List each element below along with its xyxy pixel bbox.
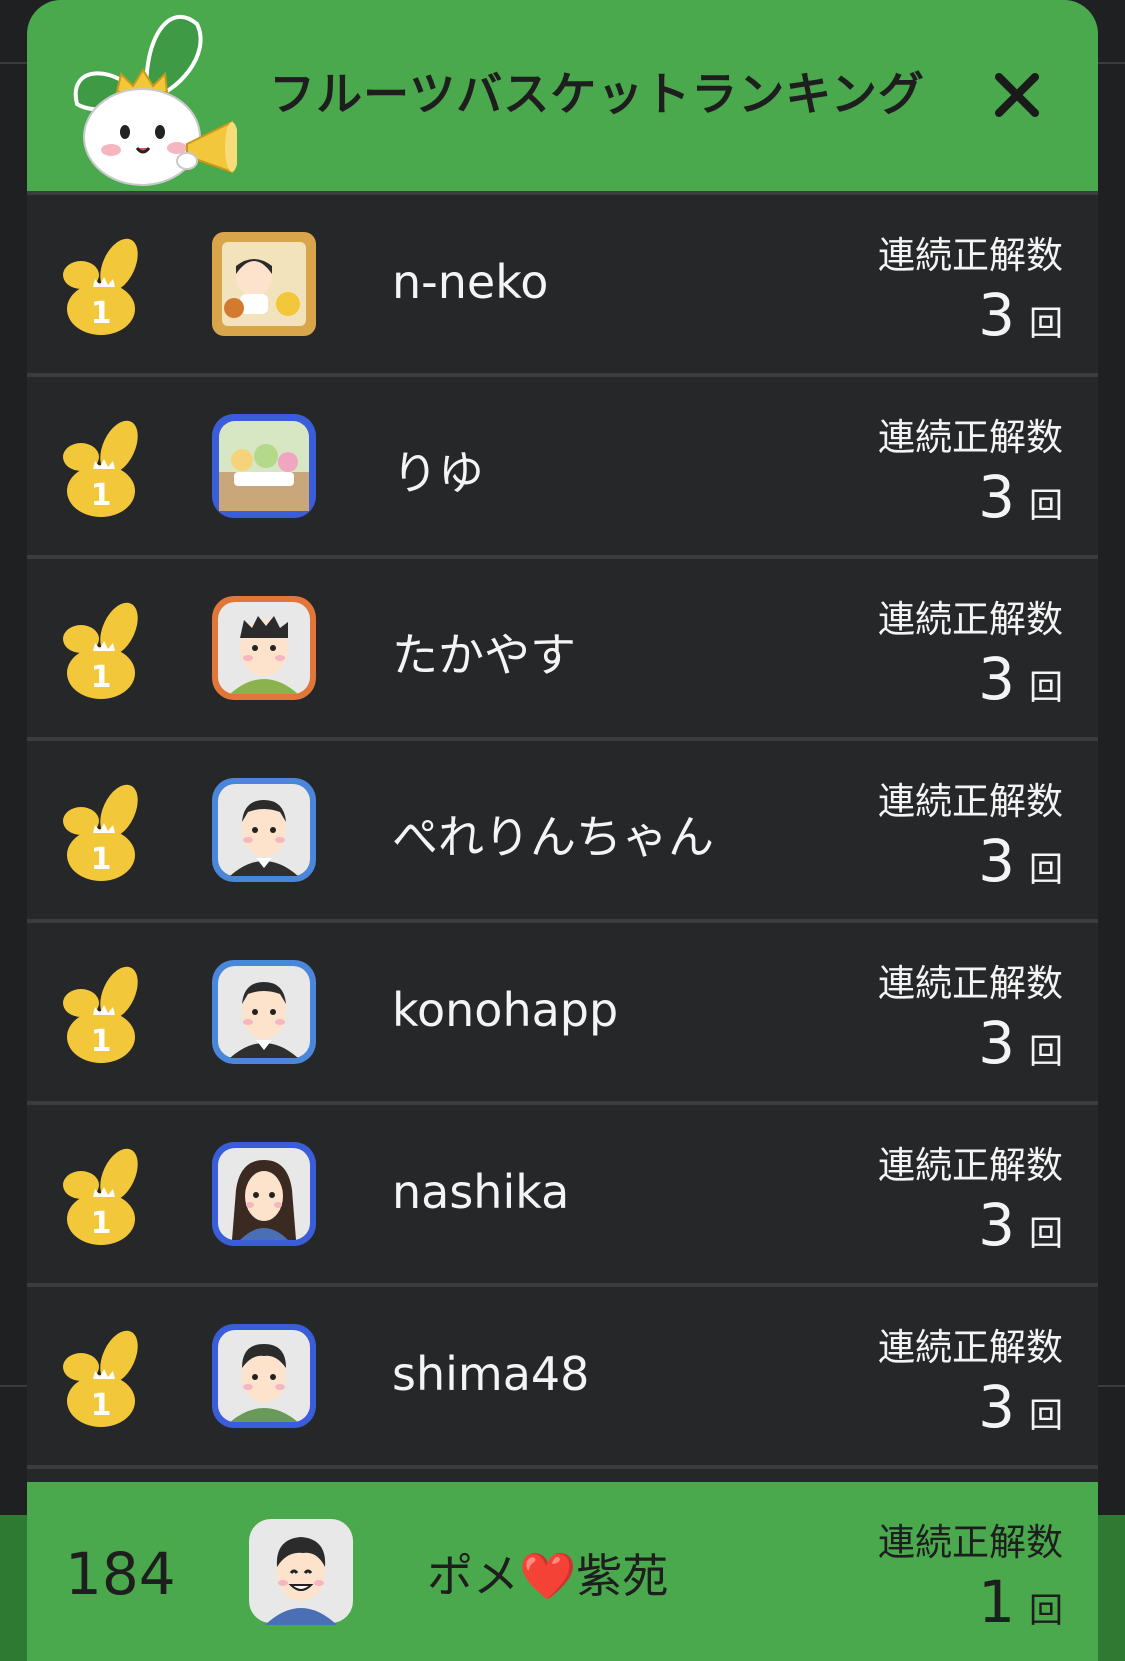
stat-label: 連続正解数 (878, 416, 1063, 459)
rank-medal-icon: 1 (63, 1330, 138, 1427)
username: たかやす (392, 628, 576, 682)
avatar[interactable] (247, 1517, 355, 1625)
ranking-row[interactable]: 1 りゆ 連続正解数 3回 (27, 377, 1098, 559)
crowned-rabbit-megaphone-icon (73, 15, 237, 186)
ranking-row[interactable]: 1 nashika 連続正解数 3回 (27, 1105, 1098, 1287)
rank-medal-icon: 1 (63, 1148, 138, 1245)
stat-unit: 回 (1029, 304, 1063, 344)
rank-medal-icon: 1 (63, 602, 138, 699)
ranking-row[interactable]: 1 たかやす 連続正解数 3回 (27, 559, 1098, 741)
stat-unit: 回 (1029, 668, 1063, 708)
stat-value: 3回 (978, 1191, 1063, 1259)
stat-unit: 回 (1029, 486, 1063, 526)
stat-value: 3回 (978, 463, 1063, 531)
avatar[interactable] (210, 594, 318, 702)
stat-unit: 回 (1029, 1032, 1063, 1072)
stat-label: 連続正解数 (878, 1326, 1063, 1369)
rank-medal-icon: 1 (63, 966, 138, 1063)
stat-number: 3 (978, 463, 1015, 531)
stat-value: 3回 (978, 827, 1063, 895)
username: shima48 (392, 1347, 590, 1401)
stat-label: 連続正解数 (878, 1144, 1063, 1187)
avatar[interactable] (210, 1140, 318, 1248)
stat-number: 3 (978, 827, 1015, 895)
stat-label: 連続正解数 (878, 780, 1063, 823)
stat-unit: 回 (1029, 850, 1063, 890)
close-icon[interactable] (987, 65, 1047, 125)
page-title: フルーツバスケットランキング (269, 67, 925, 121)
ranking-row[interactable]: 1 ぺれりんちゃん 連続正解数 3回 (27, 741, 1098, 923)
stat-unit: 回 (1029, 1214, 1063, 1254)
stat-unit: 回 (1029, 1396, 1063, 1436)
rank-number: 1 (91, 478, 112, 513)
username: konohapp (392, 983, 619, 1037)
rank-number: 1 (91, 842, 112, 877)
stat-label: 連続正解数 (878, 962, 1063, 1005)
avatar[interactable] (210, 1322, 318, 1430)
stat-value: 3回 (978, 281, 1063, 349)
avatar[interactable] (210, 230, 318, 338)
ranking-list: 1 n-neko 連続正解数 3回 1 りゆ 連続正解数 3 回 1 たかやす … (27, 195, 1098, 1469)
stat-label: 連続正解数 (878, 1521, 1063, 1564)
username: nashika (392, 1165, 570, 1219)
ranking-row[interactable]: 1 n-neko 連続正解数 3回 (27, 195, 1098, 377)
rank-medal-icon: 1 (63, 420, 138, 517)
avatar[interactable] (210, 412, 318, 520)
stat-value: 3回 (978, 1373, 1063, 1441)
stat-value: 3回 (978, 645, 1063, 713)
username: ぺれりんちゃん (392, 810, 714, 864)
rank-medal-icon: 1 (63, 238, 138, 335)
avatar[interactable] (210, 776, 318, 884)
stat-number: 3 (978, 281, 1015, 349)
stat-label: 連続正解数 (878, 598, 1063, 641)
my-ranking-row[interactable]: 184 ポメ❤️紫苑 連続正解数 1回 (27, 1482, 1098, 1661)
stat-number: 3 (978, 645, 1015, 713)
stat-label: 連続正解数 (878, 234, 1063, 277)
ranking-row[interactable]: 1 konohapp 連続正解数 3回 (27, 923, 1098, 1105)
rank-number: 1 (91, 1388, 112, 1423)
ranking-row[interactable]: 1 shima48 連続正解数 3回 (27, 1287, 1098, 1469)
stat-unit: 回 (1029, 1591, 1063, 1631)
rank-medal-icon: 1 (63, 784, 138, 881)
avatar[interactable] (210, 958, 318, 1066)
ranking-modal: フルーツバスケットランキング 1 n-neko 連続正解数 3 回 1 りゆ 連… (27, 0, 1098, 1661)
rank-number: 1 (91, 660, 112, 695)
rank-number: 1 (91, 296, 112, 331)
stat-number: 1 (978, 1568, 1015, 1636)
username: n-neko (392, 255, 549, 309)
stat-number: 3 (978, 1191, 1015, 1259)
stat-value: 1回 (978, 1568, 1063, 1636)
rank-number: 1 (91, 1206, 112, 1241)
stat-number: 3 (978, 1009, 1015, 1077)
rank-number: 1 (91, 1024, 112, 1059)
stat-number: 3 (978, 1373, 1015, 1441)
my-username: ポメ❤️紫苑 (427, 1549, 669, 1603)
my-rank-number: 184 (65, 1540, 176, 1608)
username: りゆ (392, 446, 484, 500)
stat-value: 3回 (978, 1009, 1063, 1077)
modal-header: フルーツバスケットランキング (27, 0, 1098, 191)
